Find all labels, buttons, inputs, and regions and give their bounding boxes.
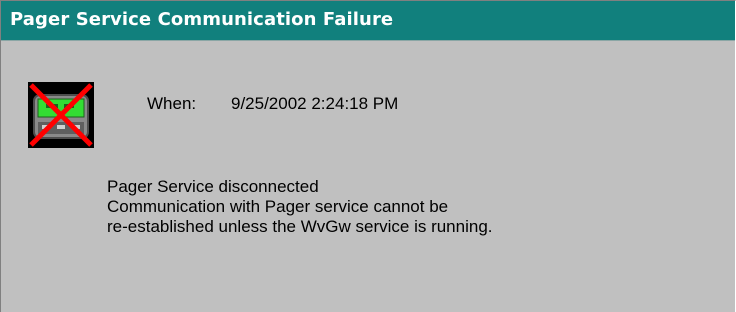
message-line-communication: Communication with Pager service cannot … [107,197,449,216]
when-value: 9/25/2002 2:24:18 PM [231,94,399,113]
alert-window: Pager Service Communication Failure When… [0,0,736,312]
failure-message: Pager Service disconnected Communication… [107,177,493,237]
message-line-status: Pager Service disconnected [107,177,319,196]
title-bar: Pager Service Communication Failure [1,1,735,41]
message-line-requirement: re-established unless the WvGw service i… [107,217,493,236]
when-label: When: [147,94,197,113]
window-title: Pager Service Communication Failure [10,9,394,30]
when-row: When: 9/25/2002 2:24:18 PM [147,94,398,114]
pager-disconnected-icon [28,82,94,148]
